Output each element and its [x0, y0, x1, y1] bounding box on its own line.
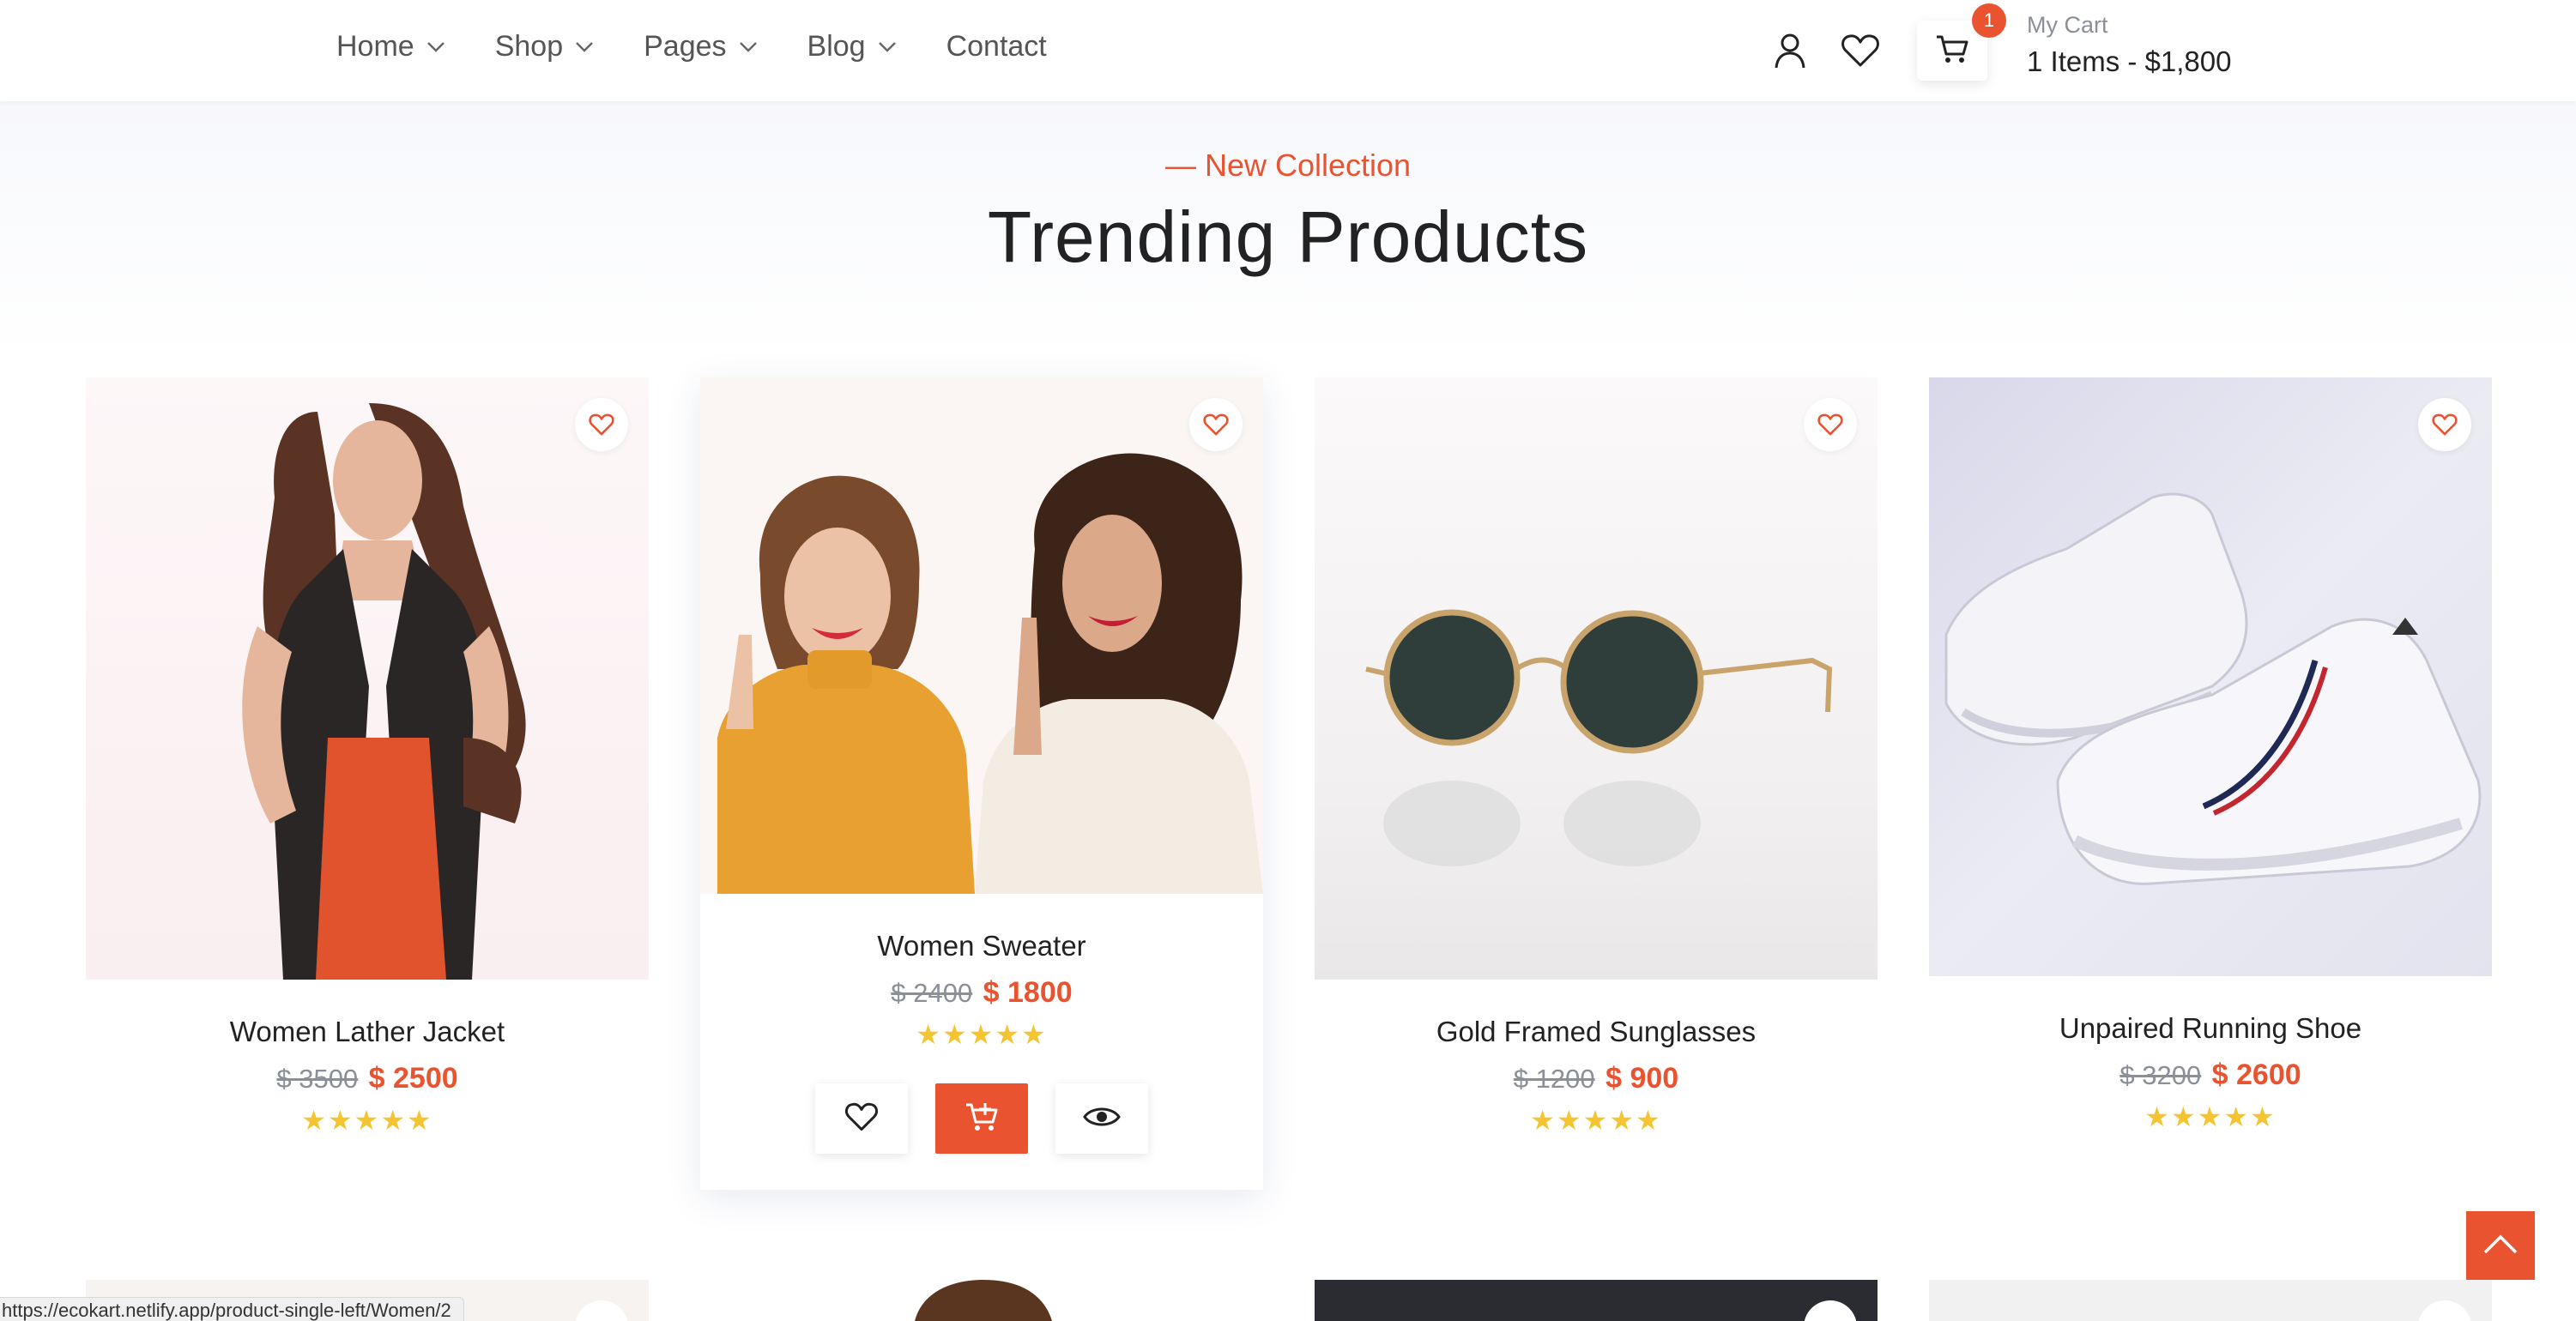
- site-header: Home Shop Pages Blog Contact 1 My Cart 1…: [0, 0, 2576, 101]
- product-name[interactable]: Women Sweater: [700, 930, 1263, 962]
- cart-icon: [1935, 33, 1969, 69]
- product-old-price: $ 3500: [276, 1064, 359, 1094]
- product-prices: $ 2400 $ 1800: [700, 976, 1263, 1010]
- add-to-cart-icon: [964, 1101, 999, 1137]
- product-price: $ 2600: [2211, 1059, 2301, 1091]
- product-image[interactable]: [1929, 377, 2492, 976]
- product-card[interactable]: Unpaired Running Shoe $ 3200 $ 2600 ★★★★…: [1929, 377, 2492, 1133]
- nav-item-blog[interactable]: Blog: [807, 26, 898, 67]
- section-title: Trending Products: [987, 196, 1589, 277]
- product-price: $ 900: [1605, 1062, 1679, 1095]
- product-prices: $ 3500 $ 2500: [86, 1062, 649, 1095]
- chevron-up-icon: [2482, 1232, 2519, 1260]
- wishlist-heart-icon[interactable]: [1840, 25, 1881, 76]
- wishlist-heart-icon[interactable]: [575, 1300, 628, 1321]
- nav-item-label: Pages: [644, 29, 727, 63]
- cart-count-badge: 1: [1972, 3, 2006, 38]
- nav-item-label: Blog: [807, 29, 866, 63]
- nav-item-label: Shop: [494, 29, 564, 63]
- user-icon[interactable]: [1769, 25, 1811, 76]
- chevron-down-icon: [573, 35, 596, 57]
- product-image[interactable]: [86, 377, 649, 980]
- nav-item-label: Contact: [946, 29, 1047, 63]
- section-eyebrow: — New Collection: [1164, 148, 1412, 183]
- nav-item-shop[interactable]: Shop: [495, 26, 596, 67]
- product-rating-stars: ★★★★★: [1530, 1105, 1662, 1136]
- product-image[interactable]: [700, 377, 1263, 894]
- main-nav: Home Shop Pages Blog Contact: [336, 26, 1095, 67]
- product-prices: $ 3200 $ 2600: [1929, 1059, 2492, 1092]
- product-old-price: $ 1200: [1513, 1064, 1595, 1094]
- product-name[interactable]: Women Lather Jacket: [86, 1016, 649, 1048]
- add-to-wishlist-button[interactable]: [815, 1083, 908, 1154]
- chevron-down-icon: [876, 35, 898, 57]
- cart-info[interactable]: My Cart 1 Items - $1,800: [2027, 12, 2231, 78]
- product-card[interactable]: Women Lather Jacket $ 3500 $ 2500 ★★★★★: [86, 377, 649, 1137]
- product-price: $ 2500: [368, 1062, 458, 1095]
- header-actions: 1: [1769, 3, 2006, 81]
- nav-item-pages[interactable]: Pages: [644, 26, 759, 67]
- cart-button[interactable]: 1: [1917, 3, 2006, 81]
- quick-view-button[interactable]: [1055, 1083, 1148, 1154]
- product-name[interactable]: Unpaired Running Shoe: [1929, 1012, 2492, 1045]
- wishlist-heart-icon[interactable]: [2418, 398, 2471, 451]
- product-prices: $ 1200 $ 900: [1315, 1062, 1878, 1095]
- chevron-down-icon: [737, 35, 759, 57]
- product-old-price: $ 3200: [2119, 1060, 2202, 1090]
- cart-label: My Cart: [2027, 12, 2108, 38]
- product-rating-stars: ★★★★★: [916, 1019, 1048, 1050]
- eye-icon: [1083, 1104, 1121, 1134]
- product-rating-stars: ★★★★★: [301, 1105, 433, 1136]
- add-to-cart-button[interactable]: [935, 1083, 1028, 1154]
- product-card-row2[interactable]: [700, 1280, 1263, 1321]
- status-bar-url: https://ecokart.netlify.app/product-sing…: [0, 1297, 464, 1321]
- nav-item-home[interactable]: Home: [336, 26, 447, 67]
- product-card-active[interactable]: Women Sweater $ 2400 $ 1800 ★★★★★: [700, 377, 1263, 1190]
- wishlist-heart-icon[interactable]: [1804, 398, 1857, 451]
- wishlist-heart-icon[interactable]: [1189, 398, 1243, 451]
- scroll-to-top-button[interactable]: [2466, 1211, 2535, 1280]
- product-old-price: $ 2400: [891, 978, 973, 1008]
- product-rating-stars: ★★★★★: [2144, 1101, 2277, 1132]
- product-image[interactable]: [1315, 377, 1878, 980]
- wishlist-heart-icon[interactable]: [2418, 1300, 2471, 1321]
- cart-summary: 1 Items - $1,800: [2027, 45, 2232, 77]
- wishlist-heart-icon[interactable]: [1804, 1300, 1857, 1321]
- wishlist-heart-icon[interactable]: [575, 398, 628, 451]
- product-price: $ 1800: [983, 976, 1073, 1009]
- product-card-row2[interactable]: [1315, 1280, 1878, 1321]
- product-name[interactable]: Gold Framed Sunglasses: [1315, 1016, 1878, 1048]
- product-card-row2[interactable]: [1929, 1280, 2492, 1321]
- product-actions: [700, 1083, 1263, 1190]
- nav-item-contact[interactable]: Contact: [946, 26, 1047, 67]
- nav-item-label: Home: [336, 29, 414, 63]
- chevron-down-icon: [425, 35, 447, 57]
- heart-icon: [844, 1101, 879, 1137]
- product-card[interactable]: Gold Framed Sunglasses $ 1200 $ 900 ★★★★…: [1315, 377, 1878, 1137]
